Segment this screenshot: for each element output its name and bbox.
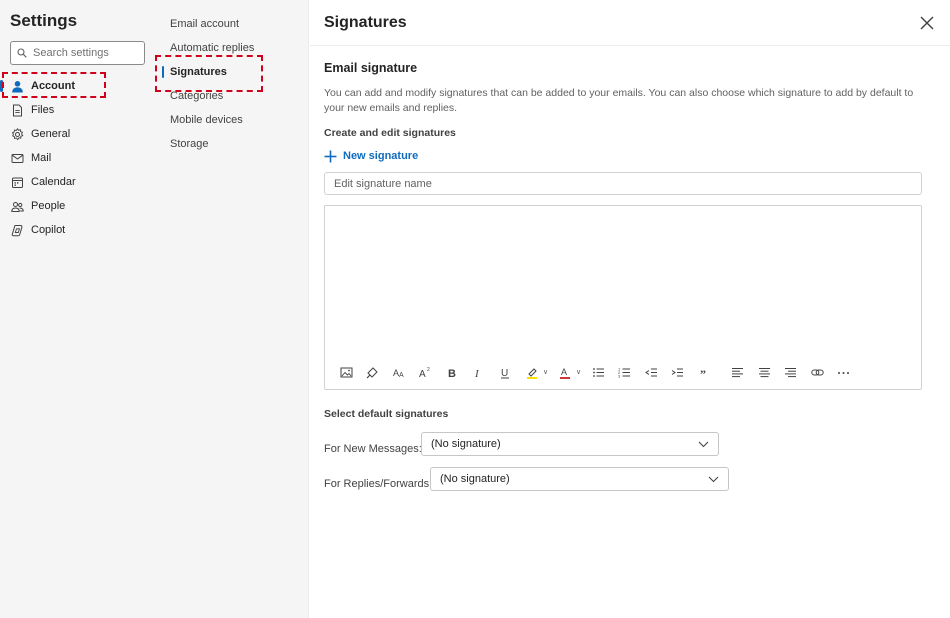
highlight-icon[interactable]: ∨	[523, 363, 548, 381]
bullets-icon[interactable]	[589, 363, 607, 381]
italic-icon[interactable]: I	[470, 363, 488, 381]
svg-text:3: 3	[618, 373, 621, 378]
nav-item-label: Copilot	[31, 224, 66, 236]
settings-nav-pane: Settings Account Files General Mail Cale…	[0, 0, 158, 618]
account-subnav-pane: Email account Automatic replies Signatur…	[158, 0, 309, 618]
svg-text:I: I	[474, 368, 480, 379]
subnav-item-categories[interactable]: Categories	[170, 87, 223, 105]
section-description: You can add and modify signatures that c…	[324, 87, 914, 114]
replies-value: (No signature)	[440, 473, 510, 485]
chevron-down-icon: ∨	[576, 369, 582, 376]
align-right-icon[interactable]	[782, 363, 800, 381]
plus-icon	[324, 150, 337, 162]
nav-item-mail[interactable]: Mail	[0, 147, 158, 169]
more-icon[interactable]	[835, 363, 853, 381]
signature-editor[interactable]: AA A2 B I U ∨ A ∨ 123 ”	[324, 205, 922, 390]
new-signature-button[interactable]: New signature	[324, 147, 418, 165]
svg-text:A: A	[399, 372, 404, 379]
chevron-down-icon	[698, 441, 709, 448]
nav-item-account[interactable]: Account	[0, 75, 158, 97]
numbering-icon[interactable]: 123	[616, 363, 634, 381]
format-toolbar: AA A2 B I U ∨ A ∨ 123 ”	[337, 363, 862, 381]
header-divider	[310, 45, 950, 46]
new-messages-label: For New Messages:	[324, 443, 422, 455]
decrease-indent-icon[interactable]	[642, 363, 660, 381]
nav-item-people[interactable]: People	[0, 195, 158, 217]
align-left-icon[interactable]	[729, 363, 747, 381]
subnav-item-storage[interactable]: Storage	[170, 135, 209, 153]
gear-icon	[11, 127, 24, 140]
svg-text:A: A	[561, 367, 567, 377]
bold-icon[interactable]: B	[443, 363, 461, 381]
signature-name-input[interactable]	[324, 172, 922, 195]
svg-text:U: U	[501, 368, 508, 379]
increase-indent-icon[interactable]	[669, 363, 687, 381]
format-painter-icon[interactable]	[364, 363, 382, 381]
create-edit-label: Create and edit signatures	[324, 127, 456, 139]
file-icon	[13, 104, 22, 116]
subnav-item-automatic-replies[interactable]: Automatic replies	[170, 39, 254, 57]
section-title: Email signature	[324, 61, 418, 75]
quote-icon[interactable]: ”	[696, 363, 714, 381]
subnav-item-signatures[interactable]: Signatures	[162, 63, 227, 81]
subnav-item-email-account[interactable]: Email account	[170, 15, 239, 33]
nav-item-general[interactable]: General	[0, 123, 158, 145]
nav-item-label: People	[31, 200, 66, 212]
mail-icon	[11, 153, 24, 163]
subnav-item-mobile-devices[interactable]: Mobile devices	[170, 111, 243, 129]
calendar-icon	[12, 177, 23, 188]
nav-item-label: Calendar	[31, 176, 76, 188]
font-color-icon[interactable]: A ∨	[556, 363, 581, 381]
new-messages-value: (No signature)	[431, 438, 501, 450]
link-icon[interactable]	[808, 363, 826, 381]
search-box[interactable]	[10, 41, 145, 65]
underline-icon[interactable]: U	[497, 363, 515, 381]
superscript-icon[interactable]: A2	[417, 363, 435, 381]
nav-item-label: General	[31, 128, 71, 140]
search-input[interactable]	[33, 47, 133, 59]
signatures-panel: Signatures Email signature You can add a…	[310, 0, 950, 618]
nav-item-label: Account	[31, 80, 75, 92]
person-icon	[12, 80, 23, 92]
close-icon	[920, 16, 934, 30]
close-button[interactable]	[918, 14, 936, 32]
new-messages-dropdown[interactable]: (No signature)	[421, 432, 719, 456]
people-icon	[11, 201, 24, 212]
default-signatures-title: Select default signatures	[324, 408, 449, 420]
svg-text:2: 2	[427, 367, 430, 373]
font-size-icon[interactable]: AA	[390, 363, 408, 381]
svg-text:B: B	[448, 368, 456, 379]
replies-label: For Replies/Forwards:	[324, 478, 433, 490]
page-title: Signatures	[324, 14, 407, 31]
search-icon	[17, 48, 27, 58]
svg-text:”: ”	[700, 367, 706, 379]
svg-text:A: A	[419, 369, 426, 379]
align-center-icon[interactable]	[755, 363, 773, 381]
new-signature-label: New signature	[343, 150, 419, 162]
replies-dropdown[interactable]: (No signature)	[430, 467, 729, 491]
chevron-down-icon: ∨	[543, 369, 549, 376]
settings-title: Settings	[10, 11, 78, 30]
nav-item-copilot[interactable]: Copilot	[0, 219, 158, 241]
copilot-icon	[11, 224, 23, 236]
nav-item-calendar[interactable]: Calendar	[0, 171, 158, 193]
nav-item-label: Mail	[31, 152, 52, 164]
nav-item-label: Files	[31, 104, 55, 116]
insert-picture-icon[interactable]	[337, 363, 355, 381]
chevron-down-icon	[708, 476, 719, 483]
nav-item-files[interactable]: Files	[0, 99, 158, 121]
